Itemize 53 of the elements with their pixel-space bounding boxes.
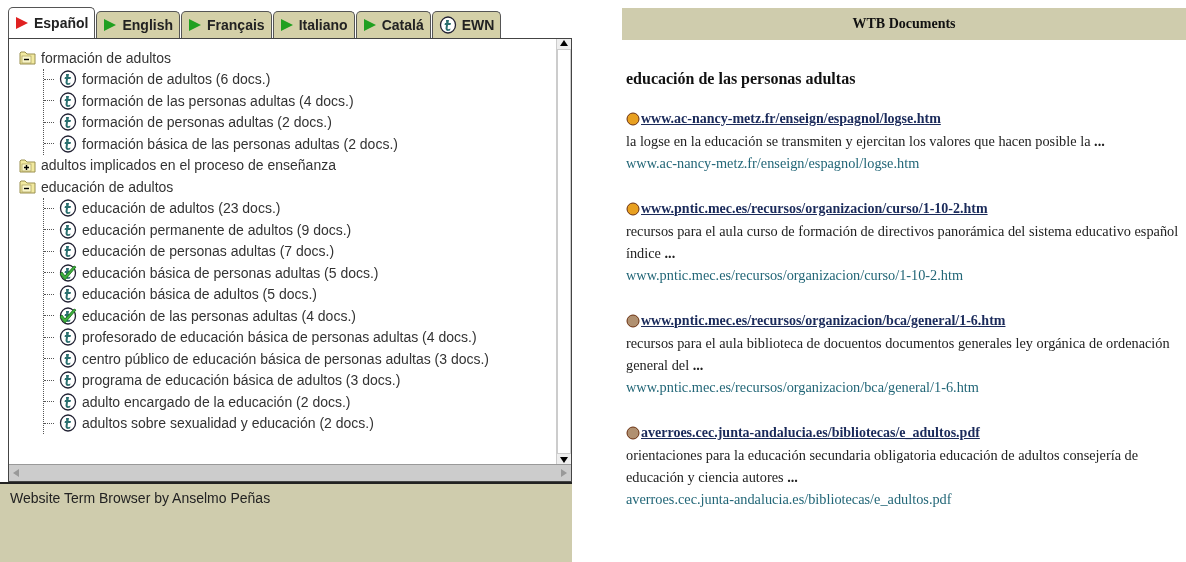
tree-item[interactable]: educación permanente de adultos (9 docs.) xyxy=(82,221,352,238)
vertical-scrollbar[interactable] xyxy=(556,39,571,464)
collapse-folder-icon[interactable] xyxy=(19,49,36,67)
tree-item[interactable]: adulto encargado de la educación (2 docs.) xyxy=(82,393,351,410)
tree-item[interactable]: programa de educación básica de adultos (3 docs.) xyxy=(82,372,401,389)
result-url: www.pntic.mec.es/recursos/organizacion/bca/general/1-6.htm xyxy=(626,378,980,397)
tree-item[interactable]: educación de adultos (23 docs.) xyxy=(82,200,281,217)
result-snippet: orientaciones para la educación secundaria obligatoria educación de adultos consejería de educación y ciencia autores ... xyxy=(626,446,1140,487)
horizontal-scrollbar[interactable] xyxy=(9,464,571,481)
tab[interactable]: English xyxy=(96,11,181,38)
left-arrow-icon[interactable] xyxy=(12,468,20,478)
play-icon xyxy=(362,18,377,32)
tab[interactable]: Español xyxy=(8,7,96,38)
tree-item[interactable]: adultos implicados en el proceso de enseñanza xyxy=(41,157,336,174)
tree-item[interactable]: educación básica de personas adultas (5 docs.) xyxy=(82,264,379,281)
query-heading: educación de las personas adultas xyxy=(626,70,857,88)
down-arrow-icon[interactable] xyxy=(559,456,569,464)
term-icon xyxy=(438,16,457,34)
play-icon xyxy=(103,18,118,32)
panel-header: WTB Documents xyxy=(622,8,1186,40)
tree-item[interactable]: formación de personas adultas (2 docs.) xyxy=(82,114,332,131)
right-arrow-icon[interactable] xyxy=(560,468,568,478)
result-link[interactable]: www.ac-nancy-metz.fr/enseign/espagnol/logse.htm xyxy=(641,108,941,130)
tree-item[interactable]: adultos sobre sexualidad y educación (2 docs.) xyxy=(82,415,374,432)
result-snippet: recursos para el aula curso de formación de directivos panorámica del sistema educativo español índice ... xyxy=(626,222,1180,263)
tree-item[interactable]: educación de adultos xyxy=(41,178,174,195)
tree-item[interactable]: formación básica de las personas adultas (2 docs.) xyxy=(82,135,398,152)
play-icon xyxy=(188,18,203,32)
result-link[interactable]: www.pntic.mec.es/recursos/organizacion/curso/1-10-2.htm xyxy=(641,198,988,220)
result-url: www.pntic.mec.es/recursos/organizacion/curso/1-10-2.htm xyxy=(626,266,965,285)
tree-item[interactable]: profesorado de educación básica de personas adultas (4 docs.) xyxy=(82,329,477,346)
result-snippet: recursos para el aula biblioteca de docuentos documentos generales ley orgánica de ordenación general del ... xyxy=(626,334,1171,375)
result-url: averroes.cec.junta-andalucia.es/bibliotecas/e_adultos.pdf xyxy=(626,490,953,509)
tab[interactable]: EWN xyxy=(431,11,502,38)
result-link[interactable]: averroes.cec.junta-andalucia.es/bibliotecas/e_adultos.pdf xyxy=(641,422,980,444)
up-arrow-icon[interactable] xyxy=(559,39,569,47)
tree-item[interactable]: formación de adultos (6 docs.) xyxy=(82,71,271,88)
expand-folder-icon[interactable] xyxy=(19,156,36,174)
tree-item[interactable]: educación básica de adultos (5 docs.) xyxy=(82,286,318,303)
play-icon xyxy=(279,18,294,32)
tab[interactable]: Français xyxy=(181,11,272,38)
tree-item[interactable]: formación de las personas adultas (4 docs.) xyxy=(82,92,354,109)
result-snippet: la logse en la educación se transmiten y ejercitan los valores que hacen posible la ... xyxy=(626,132,1106,151)
status-bar: Website Term Browser by Anselmo Peñas xyxy=(0,482,572,562)
tab[interactable]: Catalá xyxy=(355,11,431,38)
tree-item[interactable]: centro público de educación básica de personas adultas (3 docs.) xyxy=(82,350,490,367)
result-link[interactable]: www.pntic.mec.es/recursos/organizacion/bca/general/1-6.htm xyxy=(641,310,1006,332)
tree-item[interactable]: educación de personas adultas (7 docs.) xyxy=(82,243,335,260)
tree-item[interactable]: formación de adultos xyxy=(41,49,171,66)
play-icon xyxy=(15,16,29,30)
result-url: www.ac-nancy-metz.fr/enseign/espagnol/logse.htm xyxy=(626,154,921,173)
tree-item[interactable]: educación de las personas adultas (4 docs.) xyxy=(82,307,356,324)
tab[interactable]: Italiano xyxy=(272,11,355,38)
